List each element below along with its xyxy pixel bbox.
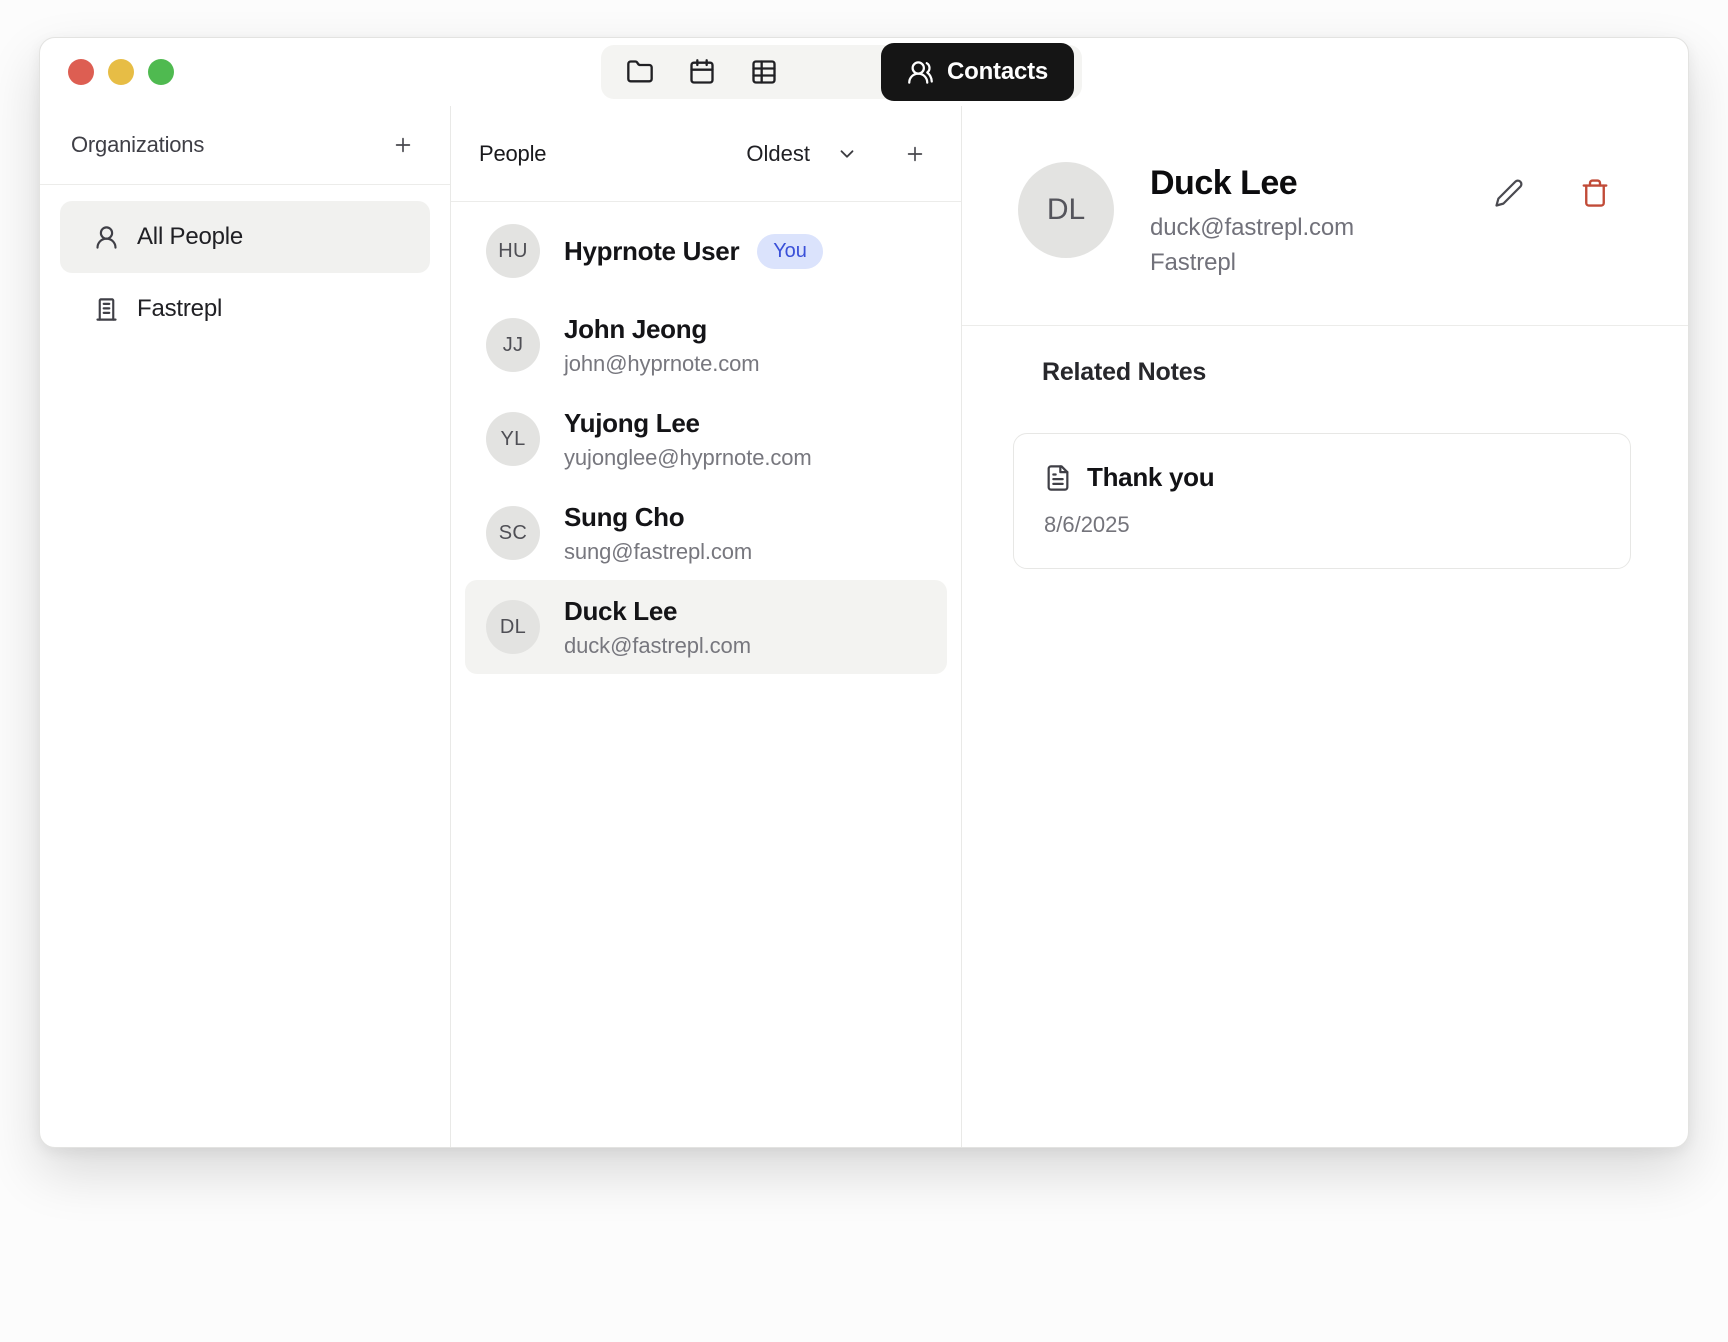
person-info: Hyprnote User You bbox=[564, 234, 823, 269]
organizations-sidebar: Organizations All People bbox=[40, 106, 451, 1147]
person-name: Duck Lee bbox=[564, 596, 751, 627]
chevron-down-icon bbox=[836, 143, 858, 165]
person-name: Hyprnote User bbox=[564, 236, 739, 267]
app-window: Contacts Organizations All People bbox=[39, 37, 1689, 1148]
person-row-john-jeong[interactable]: JJ John Jeong john@hyprnote.com bbox=[465, 298, 947, 392]
zoom-window-button[interactable] bbox=[148, 59, 174, 85]
avatar: JJ bbox=[486, 318, 540, 372]
person-row-duck-lee[interactable]: DL Duck Lee duck@fastrepl.com bbox=[465, 580, 947, 674]
person-name: John Jeong bbox=[564, 314, 760, 345]
organizations-header: Organizations bbox=[40, 106, 450, 185]
people-heading: People bbox=[479, 141, 546, 167]
people-list: HU Hyprnote User You JJ John Jeong john@… bbox=[451, 202, 961, 1147]
note-title: Thank you bbox=[1087, 462, 1214, 493]
person-email: sung@fastrepl.com bbox=[564, 539, 752, 565]
user-icon bbox=[93, 224, 120, 251]
related-notes-heading: Related Notes bbox=[1042, 358, 1631, 387]
sort-value: Oldest bbox=[746, 141, 810, 167]
file-text-icon bbox=[1044, 464, 1072, 492]
sidebar-item-all-people[interactable]: All People bbox=[60, 201, 430, 273]
titlebar: Contacts bbox=[40, 38, 1688, 106]
avatar: YL bbox=[486, 412, 540, 466]
contact-avatar: DL bbox=[1018, 162, 1114, 258]
contact-info: Duck Lee duck@fastrepl.com Fastrepl bbox=[1150, 162, 1354, 325]
contact-name: Duck Lee bbox=[1150, 164, 1354, 203]
contact-organization: Fastrepl bbox=[1150, 249, 1354, 277]
sidebar-item-fastrepl[interactable]: Fastrepl bbox=[60, 273, 430, 345]
note-title-row: Thank you bbox=[1044, 462, 1600, 493]
delete-contact-button[interactable] bbox=[1578, 174, 1612, 214]
add-person-button[interactable] bbox=[900, 139, 930, 169]
person-name: Sung Cho bbox=[564, 502, 752, 533]
note-date: 8/6/2025 bbox=[1044, 512, 1600, 538]
organizations-heading: Organizations bbox=[71, 132, 204, 158]
window-controls bbox=[68, 59, 174, 85]
table-icon bbox=[750, 58, 778, 86]
people-panel: People Oldest HU bbox=[451, 106, 962, 1147]
person-info: Sung Cho sung@fastrepl.com bbox=[564, 502, 752, 565]
person-row-hyprnote-user[interactable]: HU Hyprnote User You bbox=[465, 204, 947, 298]
person-email: john@hyprnote.com bbox=[564, 351, 760, 377]
users-icon bbox=[907, 59, 934, 86]
close-window-button[interactable] bbox=[68, 59, 94, 85]
contact-actions bbox=[1492, 162, 1612, 325]
person-info: John Jeong john@hyprnote.com bbox=[564, 314, 760, 377]
person-info: Duck Lee duck@fastrepl.com bbox=[564, 596, 751, 659]
sort-dropdown[interactable]: Oldest bbox=[746, 141, 858, 167]
notes-view-button[interactable] bbox=[609, 49, 671, 95]
contact-detail-body: Related Notes Thank you 8/6/2025 bbox=[962, 326, 1688, 569]
person-name: Yujong Lee bbox=[564, 408, 812, 439]
edit-contact-button[interactable] bbox=[1492, 174, 1526, 214]
person-email: duck@fastrepl.com bbox=[564, 633, 751, 659]
person-row-sung-cho[interactable]: SC Sung Cho sung@fastrepl.com bbox=[465, 486, 947, 580]
pencil-icon bbox=[1494, 178, 1524, 208]
calendar-view-button[interactable] bbox=[671, 49, 733, 95]
plus-icon bbox=[392, 134, 414, 156]
folder-icon bbox=[626, 58, 654, 86]
person-email: yujonglee@hyprnote.com bbox=[564, 445, 812, 471]
contact-email: duck@fastrepl.com bbox=[1150, 214, 1354, 242]
avatar: SC bbox=[486, 506, 540, 560]
trash-icon bbox=[1580, 178, 1610, 208]
people-header: People Oldest bbox=[451, 106, 961, 202]
avatar: HU bbox=[486, 224, 540, 278]
add-organization-button[interactable] bbox=[388, 130, 418, 160]
table-view-button[interactable] bbox=[733, 49, 795, 95]
organizations-list: All People Fastrepl bbox=[40, 185, 450, 361]
person-info: Yujong Lee yujonglee@hyprnote.com bbox=[564, 408, 812, 471]
contacts-tab-label: Contacts bbox=[947, 58, 1048, 86]
sidebar-item-label: All People bbox=[137, 223, 243, 251]
contact-detail-header: DL Duck Lee duck@fastrepl.com Fastrepl bbox=[962, 106, 1688, 326]
note-card-thank-you[interactable]: Thank you 8/6/2025 bbox=[1013, 433, 1631, 569]
calendar-icon bbox=[688, 58, 716, 86]
person-row-yujong-lee[interactable]: YL Yujong Lee yujonglee@hyprnote.com bbox=[465, 392, 947, 486]
minimize-window-button[interactable] bbox=[108, 59, 134, 85]
avatar: DL bbox=[486, 600, 540, 654]
view-switcher: Contacts bbox=[601, 45, 1082, 99]
plus-icon bbox=[904, 143, 926, 165]
building-icon bbox=[93, 296, 120, 323]
contacts-view-button[interactable]: Contacts bbox=[881, 43, 1074, 101]
content-area: Organizations All People bbox=[40, 106, 1688, 1147]
you-badge: You bbox=[757, 234, 822, 269]
contact-detail-panel: DL Duck Lee duck@fastrepl.com Fastrepl bbox=[962, 106, 1688, 1147]
sidebar-item-label: Fastrepl bbox=[137, 295, 222, 323]
